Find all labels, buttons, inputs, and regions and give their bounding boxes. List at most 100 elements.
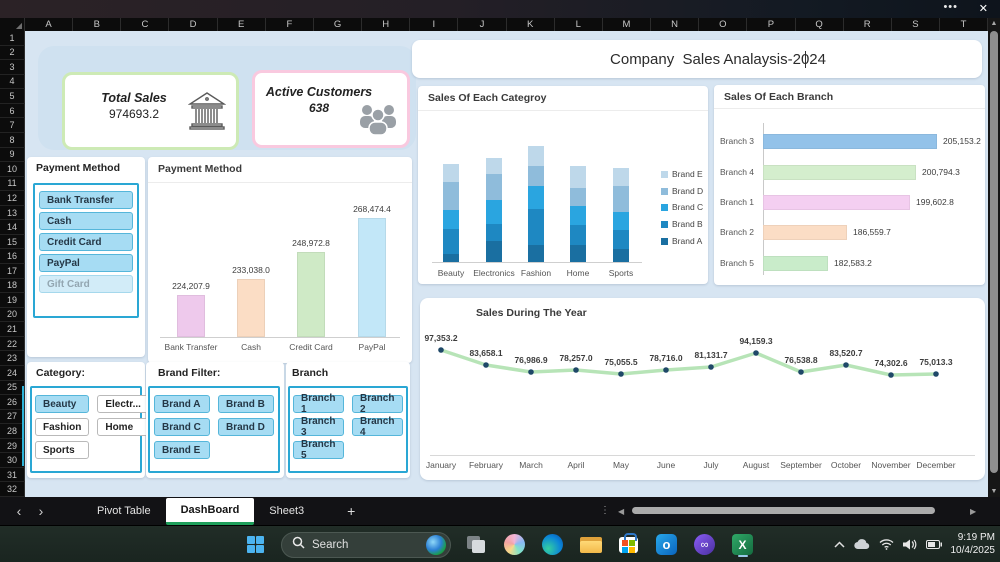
stack-segment-brand-c[interactable]: [486, 200, 502, 224]
start-button[interactable]: [243, 532, 268, 557]
file-explorer-icon[interactable]: [578, 532, 603, 557]
stack-segment-brand-d[interactable]: [486, 174, 502, 200]
scroll-left-arrow[interactable]: ◀: [618, 507, 624, 516]
category-chart[interactable]: Sales Of Each Categroy BeautyElectronics…: [418, 86, 708, 284]
row-header-13[interactable]: 13: [0, 206, 25, 221]
payment-slicer-item-paypal[interactable]: PayPal: [39, 254, 133, 272]
sheet-tab-pivot-table[interactable]: Pivot Table: [82, 497, 166, 525]
scroll-down-arrow[interactable]: ▼: [988, 488, 1000, 495]
column-header-O[interactable]: O: [699, 18, 747, 31]
stack-segment-brand-b[interactable]: [443, 229, 459, 254]
bar-cash[interactable]: [237, 279, 265, 337]
legend-item-brand-c[interactable]: Brand C: [661, 202, 703, 212]
row-header-21[interactable]: 21: [0, 322, 25, 337]
payment-slicer-item-credit-card[interactable]: Credit Card: [39, 233, 133, 251]
excel-taskbar-icon[interactable]: X: [730, 532, 755, 557]
bar-bank-transfer[interactable]: [177, 295, 205, 337]
branch-slicer-item-branch-4[interactable]: Branch 4: [352, 418, 403, 436]
scroll-up-arrow[interactable]: ▲: [988, 20, 1000, 27]
stack-segment-brand-d[interactable]: [443, 182, 459, 210]
battery-icon[interactable]: [926, 540, 942, 549]
column-header-I[interactable]: I: [410, 18, 458, 31]
select-all-corner[interactable]: ◢: [0, 18, 25, 31]
stack-segment-brand-c[interactable]: [443, 210, 459, 229]
column-header-M[interactable]: M: [603, 18, 651, 31]
stack-segment-brand-b[interactable]: [570, 225, 586, 245]
stack-segment-brand-a[interactable]: [528, 245, 544, 262]
tray-chevron-icon[interactable]: [834, 541, 845, 548]
taskbar-search[interactable]: Search: [281, 532, 451, 558]
row-header-4[interactable]: 4: [0, 75, 25, 90]
scroll-right-arrow[interactable]: ▶: [970, 507, 976, 516]
brand-slicer-item-brand-d[interactable]: Brand D: [218, 418, 274, 436]
payment-slicer-item-gift-card[interactable]: Gift Card: [39, 275, 133, 293]
window-close-button[interactable]: ✕: [979, 2, 988, 15]
stack-segment-brand-c[interactable]: [570, 206, 586, 225]
row-header-11[interactable]: 11: [0, 177, 25, 192]
row-header-20[interactable]: 20: [0, 308, 25, 323]
row-header-19[interactable]: 19: [0, 293, 25, 308]
bar-branch-2[interactable]: [763, 225, 847, 240]
row-header-24[interactable]: 24: [0, 366, 25, 381]
category-slicer-item-electr-[interactable]: Electr...: [97, 395, 149, 413]
bar-branch-4[interactable]: [763, 165, 916, 180]
row-header-18[interactable]: 18: [0, 279, 25, 294]
column-header-F[interactable]: F: [266, 18, 314, 31]
stack-segment-brand-e[interactable]: [528, 146, 544, 166]
stack-segment-brand-e[interactable]: [486, 158, 502, 174]
brand-slicer-item-brand-c[interactable]: Brand C: [154, 418, 210, 436]
row-header-31[interactable]: 31: [0, 468, 25, 483]
add-sheet-button[interactable]: +: [347, 503, 355, 519]
column-header-B[interactable]: B: [73, 18, 121, 31]
row-header-23[interactable]: 23: [0, 351, 25, 366]
total-sales-card[interactable]: Total Sales 974693.2: [62, 72, 239, 150]
column-header-L[interactable]: L: [555, 18, 603, 31]
year-chart[interactable]: Sales During The Year 97,353.2January83,…: [420, 298, 985, 480]
column-header-P[interactable]: P: [747, 18, 795, 31]
bar-branch-3[interactable]: [763, 134, 937, 149]
column-header-N[interactable]: N: [651, 18, 699, 31]
stack-segment-brand-d[interactable]: [528, 166, 544, 186]
row-header-9[interactable]: 9: [0, 148, 25, 163]
bar-branch-5[interactable]: [763, 256, 828, 271]
sheet-tab-dashboard[interactable]: DashBoard: [166, 498, 255, 525]
vertical-scrollbar[interactable]: ▲ ▼: [988, 18, 1000, 497]
vertical-scroll-thumb[interactable]: [990, 31, 998, 473]
branch-slicer-item-branch-5[interactable]: Branch 5: [293, 441, 344, 459]
stack-segment-brand-c[interactable]: [613, 212, 629, 230]
legend-item-brand-a[interactable]: Brand A: [661, 236, 702, 246]
edge-icon[interactable]: [540, 532, 565, 557]
stack-segment-brand-e[interactable]: [443, 164, 459, 182]
payment-slicer-item-bank-transfer[interactable]: Bank Transfer: [39, 191, 133, 209]
column-header-S[interactable]: S: [892, 18, 940, 31]
row-header-12[interactable]: 12: [0, 191, 25, 206]
payment-method-chart[interactable]: Payment Method 224,207.9Bank Transfer233…: [148, 157, 412, 363]
row-header-16[interactable]: 16: [0, 249, 25, 264]
column-header-R[interactable]: R: [844, 18, 892, 31]
row-header-14[interactable]: 14: [0, 220, 25, 235]
stack-segment-brand-a[interactable]: [443, 254, 459, 262]
row-header-7[interactable]: 7: [0, 118, 25, 133]
titlebar-more-button[interactable]: •••: [943, 1, 958, 13]
brand-slicer-item-brand-b[interactable]: Brand B: [218, 395, 274, 413]
category-slicer-item-fashion[interactable]: Fashion: [35, 418, 89, 436]
sheet-nav-left[interactable]: ‹: [8, 503, 30, 519]
microsoft-365-icon[interactable]: ∞: [692, 532, 717, 557]
branch-chart[interactable]: Sales Of Each Branch Branch 3205,153.2Br…: [714, 85, 985, 285]
stack-segment-brand-c[interactable]: [528, 186, 544, 209]
stack-segment-brand-b[interactable]: [528, 209, 544, 245]
sheet-nav-right[interactable]: ›: [30, 503, 52, 519]
row-header-15[interactable]: 15: [0, 235, 25, 250]
row-header-22[interactable]: 22: [0, 337, 25, 352]
column-header-C[interactable]: C: [121, 18, 169, 31]
column-header-J[interactable]: J: [458, 18, 506, 31]
horizontal-scroll-thumb[interactable]: [632, 507, 935, 514]
dashboard-title-panel[interactable]: Company Sales Analaysis-2024: [412, 40, 982, 78]
row-header-6[interactable]: 6: [0, 104, 25, 119]
column-header-K[interactable]: K: [507, 18, 555, 31]
column-header-E[interactable]: E: [218, 18, 266, 31]
stack-segment-brand-a[interactable]: [570, 245, 586, 262]
stack-segment-brand-a[interactable]: [613, 249, 629, 262]
brand-slicer-item-brand-a[interactable]: Brand A: [154, 395, 210, 413]
wifi-icon[interactable]: [879, 539, 894, 550]
